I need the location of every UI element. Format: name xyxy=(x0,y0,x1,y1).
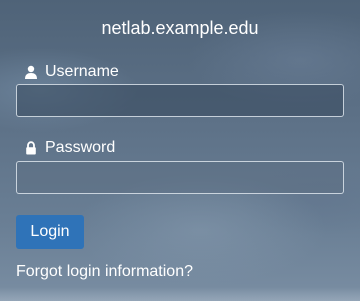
password-label: Password xyxy=(24,138,115,158)
password-label-text: Password xyxy=(45,139,116,156)
lock-icon xyxy=(24,141,38,155)
username-input[interactable] xyxy=(16,84,344,117)
user-icon xyxy=(24,65,38,79)
username-label: Username xyxy=(24,62,119,82)
password-input[interactable] xyxy=(16,161,344,194)
site-title: netlab.example.edu xyxy=(101,18,259,38)
login-button[interactable]: Login xyxy=(16,215,84,249)
username-label-text: Username xyxy=(45,63,119,80)
login-panel: netlab.example.edu Username Password Log… xyxy=(0,0,360,301)
forgot-login-link[interactable]: Forgot login information? xyxy=(16,262,193,282)
